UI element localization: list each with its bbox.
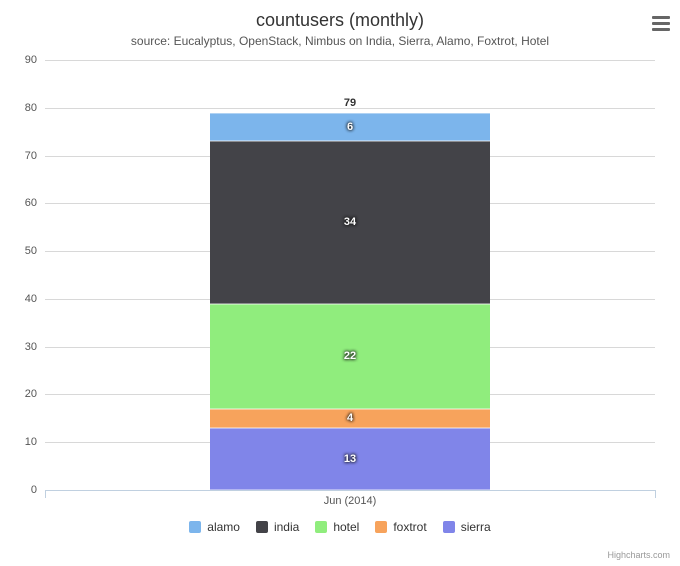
x-axis-tick-label: Jun (2014) (324, 495, 377, 507)
y-axis-tick-label: 70 (7, 150, 37, 162)
chart-subtitle: source: Eucalyptus, OpenStack, Nimbus on… (0, 31, 680, 48)
y-axis-tick-label: 30 (7, 341, 37, 353)
legend-swatch (315, 521, 327, 533)
legend-swatch (375, 521, 387, 533)
y-axis-tick-label: 60 (7, 197, 37, 209)
legend-item-india[interactable]: india (256, 520, 299, 534)
x-axis-tick (655, 490, 656, 498)
legend-item-alamo[interactable]: alamo (189, 520, 240, 534)
legend-item-foxtrot[interactable]: foxtrot (375, 520, 426, 534)
context-menu-button[interactable] (646, 12, 670, 34)
data-label: 4 (210, 412, 490, 424)
chart-container: countusers (monthly) source: Eucalyptus,… (0, 0, 680, 566)
data-label: 13 (210, 453, 490, 465)
y-axis-tick-label: 80 (7, 102, 37, 114)
chart-title: countusers (monthly) (0, 0, 680, 31)
y-axis-tick-label: 40 (7, 293, 37, 305)
legend-label: alamo (207, 520, 240, 534)
data-label: 34 (210, 216, 490, 228)
x-axis-tick (45, 490, 46, 498)
x-axis-line (45, 490, 655, 491)
legend-label: india (274, 520, 299, 534)
data-label: 6 (210, 121, 490, 133)
y-axis-tick-label: 90 (7, 54, 37, 66)
stack-total-label: 79 (210, 97, 490, 109)
legend-label: foxtrot (393, 520, 426, 534)
gridline (45, 60, 655, 61)
legend-item-sierra[interactable]: sierra (443, 520, 491, 534)
credits-link[interactable]: Highcharts.com (607, 550, 670, 560)
legend-label: sierra (461, 520, 491, 534)
y-axis-tick-label: 20 (7, 388, 37, 400)
legend-label: hotel (333, 520, 359, 534)
data-label: 22 (210, 350, 490, 362)
legend-swatch (256, 521, 268, 533)
legend: alamo india hotel foxtrot sierra (0, 520, 680, 536)
y-axis-tick-label: 50 (7, 245, 37, 257)
plot-area: 0102030405060708090Jun (2014)1342234679 (45, 60, 655, 490)
legend-item-hotel[interactable]: hotel (315, 520, 359, 534)
y-axis-tick-label: 0 (7, 484, 37, 496)
legend-swatch (189, 521, 201, 533)
legend-swatch (443, 521, 455, 533)
y-axis-tick-label: 10 (7, 436, 37, 448)
